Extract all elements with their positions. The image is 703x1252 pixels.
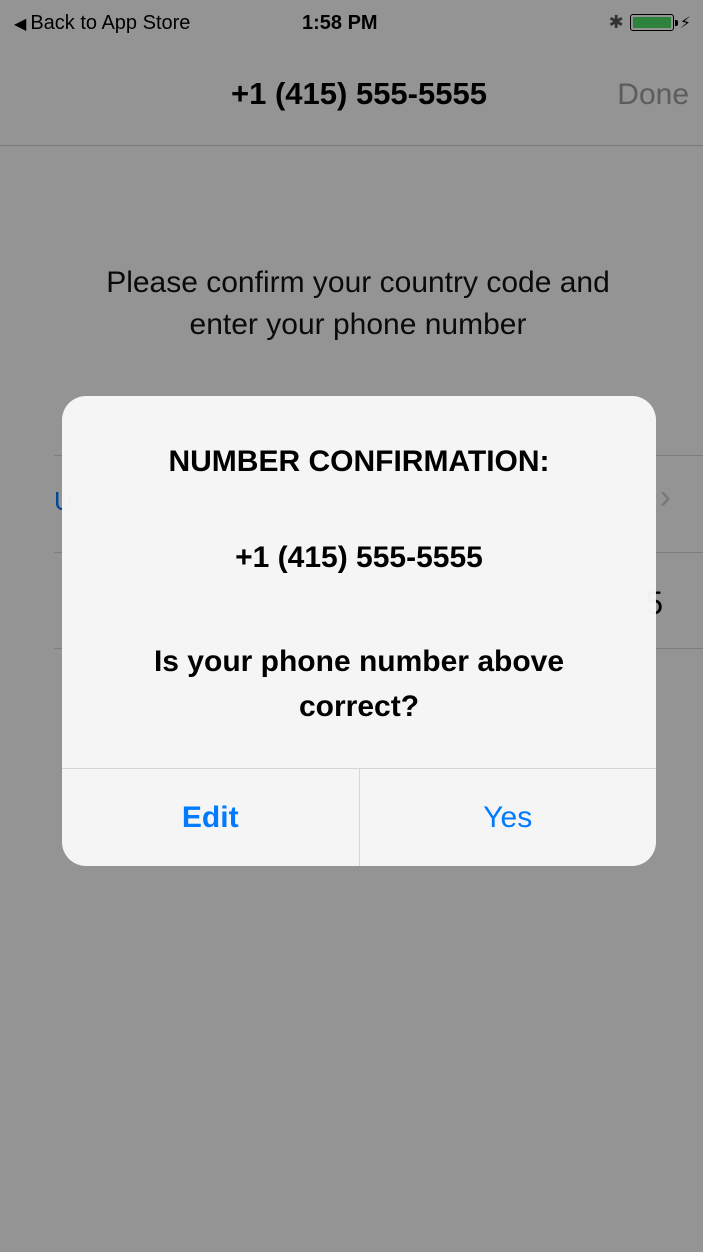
alert-question-line-1: Is your phone number above — [153, 645, 565, 678]
alert-title: NUMBER CONFIRMATION: — [168, 445, 550, 478]
alert-question-line-2: correct? — [298, 690, 420, 723]
alert-button-row: Edit Yes — [62, 768, 656, 866]
confirmation-alert: NUMBER CONFIRMATION: +1 (415) 555-5555 I… — [62, 396, 656, 866]
phone-screen: ◀ Back to App Store 1:58 PM ✱ ⚡ +1 (415)… — [0, 0, 703, 1252]
alert-question: Is your phone number above correct? — [92, 639, 626, 729]
yes-button[interactable]: Yes — [360, 769, 657, 866]
edit-button[interactable]: Edit — [62, 769, 360, 866]
alert-phone-number: +1 (415) 555-5555 — [235, 541, 483, 574]
